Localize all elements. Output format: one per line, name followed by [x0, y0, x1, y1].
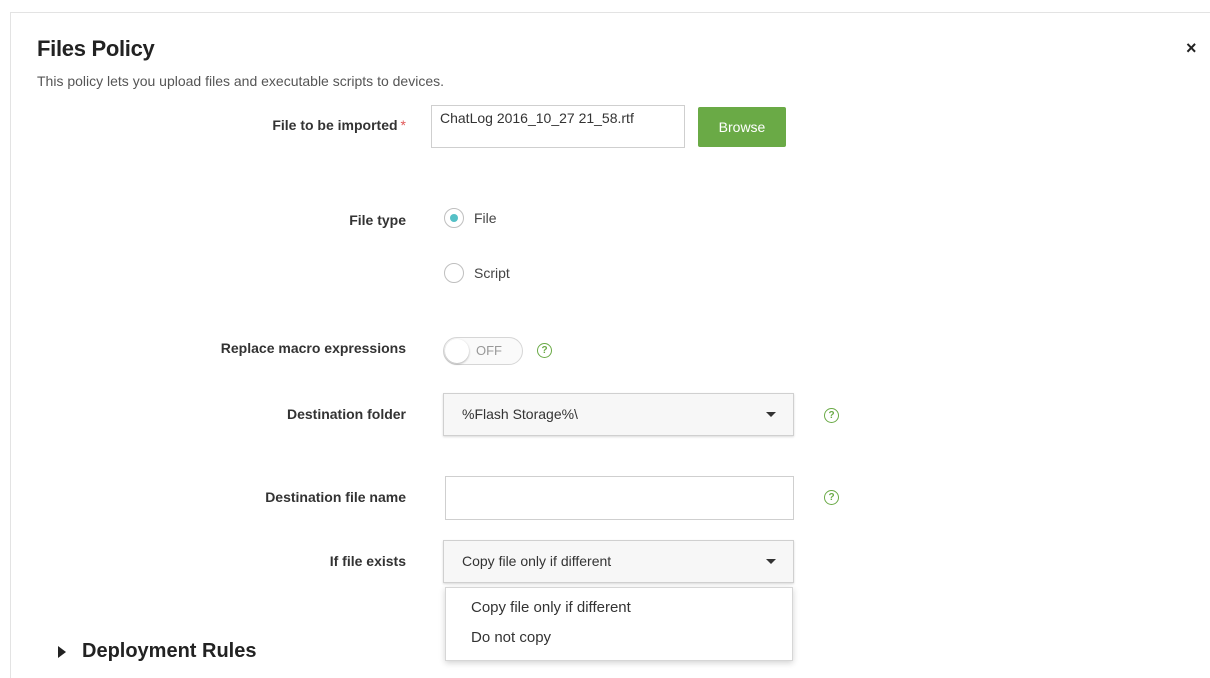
- dropdown-option-do-not-copy[interactable]: Do not copy: [446, 626, 792, 656]
- radio-script[interactable]: Script: [444, 263, 510, 283]
- page-subtitle: This policy lets you upload files and ex…: [37, 73, 444, 89]
- expand-arrow-icon: [58, 645, 66, 658]
- browse-button[interactable]: Browse: [698, 107, 786, 147]
- if-file-exists-label: If file exists: [329, 553, 406, 569]
- file-import-label-text: File to be imported: [272, 117, 398, 133]
- radio-file[interactable]: File: [444, 208, 497, 228]
- page-title: Files Policy: [37, 36, 155, 61]
- toggle-state-text: OFF: [476, 343, 502, 358]
- file-import-input[interactable]: ChatLog 2016_10_27 21_58.rtf: [431, 105, 685, 148]
- dropdown-option-copy-if-different[interactable]: Copy file only if different: [446, 596, 792, 626]
- deployment-rules-label: Deployment Rules: [82, 640, 257, 662]
- chevron-down-icon: [766, 412, 776, 417]
- radio-script-button[interactable]: [444, 263, 464, 283]
- radio-file-label: File: [474, 210, 497, 226]
- file-type-label: File type: [349, 212, 406, 228]
- destination-file-name-input[interactable]: [445, 476, 794, 520]
- help-icon[interactable]: ?: [824, 408, 839, 423]
- chevron-down-icon: [766, 559, 776, 564]
- help-icon[interactable]: ?: [537, 343, 552, 358]
- radio-script-label: Script: [474, 265, 510, 281]
- if-file-exists-select[interactable]: Copy file only if different: [443, 540, 794, 583]
- required-mark: *: [400, 117, 406, 133]
- destination-file-name-label: Destination file name: [265, 489, 406, 505]
- close-icon[interactable]: ×: [1186, 38, 1197, 59]
- replace-macro-toggle[interactable]: OFF: [443, 337, 523, 365]
- radio-file-button[interactable]: [444, 208, 464, 228]
- replace-macro-label: Replace macro expressions: [220, 340, 406, 356]
- file-import-label: File to be imported *: [272, 117, 406, 133]
- destination-folder-value: %Flash Storage%\: [462, 406, 578, 422]
- if-file-exists-value: Copy file only if different: [462, 553, 612, 569]
- if-file-exists-dropdown: Copy file only if different Do not copy: [445, 587, 793, 661]
- toggle-knob: [445, 339, 469, 363]
- destination-folder-label: Destination folder: [286, 406, 406, 422]
- left-divider: [10, 12, 11, 678]
- destination-folder-select[interactable]: %Flash Storage%\: [443, 393, 794, 436]
- top-divider: [10, 12, 1210, 13]
- deployment-rules-toggle[interactable]: Deployment Rules: [58, 640, 256, 663]
- help-icon[interactable]: ?: [824, 490, 839, 505]
